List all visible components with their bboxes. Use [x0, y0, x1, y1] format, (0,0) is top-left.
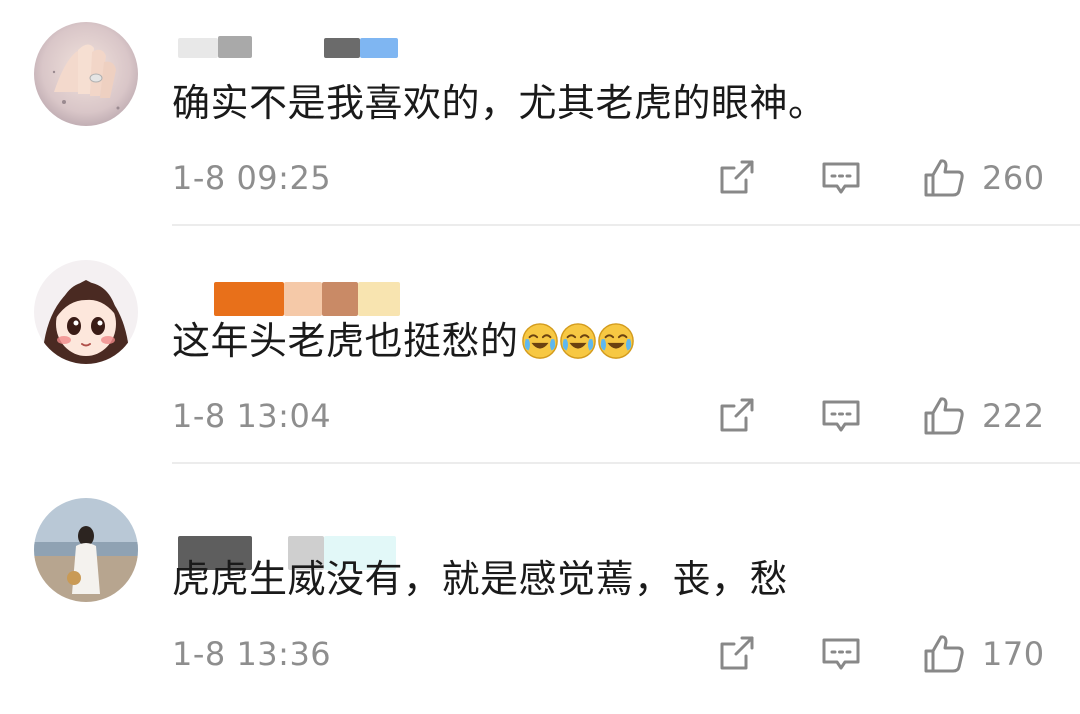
- thumbs-up-icon: [924, 635, 964, 673]
- avatar[interactable]: [34, 22, 138, 126]
- cry-laugh-emoji-icon: [597, 323, 634, 359]
- username[interactable]: [178, 30, 418, 64]
- reply-button[interactable]: [820, 394, 862, 438]
- comment-item: 确实不是我喜欢的，尤其老虎的眼神。 1-8 09:25 260: [0, 0, 1080, 238]
- like-button[interactable]: 170: [922, 632, 1045, 676]
- avatar[interactable]: [34, 260, 138, 364]
- cry-laugh-emoji-icon: [521, 323, 558, 359]
- username-blur: [214, 282, 284, 316]
- timestamp: 1-8 09:25: [172, 159, 332, 197]
- username-blur: [324, 38, 360, 58]
- comment-text-body: 这年头老虎也挺愁的: [172, 319, 519, 363]
- hand-ring-avatar-icon: [34, 22, 138, 126]
- divider: [172, 224, 1080, 226]
- share-button[interactable]: [716, 156, 756, 200]
- share-icon: [720, 160, 754, 194]
- timestamp: 1-8 13:36: [172, 635, 332, 673]
- share-icon: [720, 398, 754, 432]
- reply-button[interactable]: [820, 632, 862, 676]
- comment-icon: [822, 638, 860, 670]
- comment-item: 虎虎生威没有，就是感觉蔫，丧，愁 1-8 13:36 170: [0, 476, 1080, 714]
- share-icon: [720, 636, 754, 670]
- reply-button[interactable]: [820, 156, 862, 200]
- username-blur: [284, 282, 322, 316]
- username-blur: [178, 38, 218, 58]
- comment-icon: [822, 400, 860, 432]
- username[interactable]: [178, 268, 418, 316]
- share-button[interactable]: [716, 394, 756, 438]
- like-button[interactable]: 222: [922, 394, 1045, 438]
- emoji-group: [521, 322, 635, 360]
- comment-text: 确实不是我喜欢的，尤其老虎的眼神。: [172, 81, 827, 125]
- comment-item: 这年头老虎也挺愁的 1-8 13:04 222: [0, 238, 1080, 476]
- cartoon-girl-avatar-icon: [34, 260, 138, 364]
- timestamp: 1-8 13:04: [172, 397, 332, 435]
- thumbs-up-icon: [924, 159, 964, 197]
- divider: [172, 462, 1080, 464]
- username-blur: [358, 282, 400, 316]
- like-count: 260: [982, 159, 1045, 197]
- like-count: 170: [982, 635, 1045, 673]
- username[interactable]: [178, 506, 418, 570]
- username-blur: [322, 282, 358, 316]
- beach-photo-avatar-icon: [34, 498, 138, 602]
- share-button[interactable]: [716, 632, 756, 676]
- comment-icon: [822, 162, 860, 194]
- like-button[interactable]: 260: [922, 156, 1045, 200]
- comment-text: 这年头老虎也挺愁的: [172, 316, 635, 366]
- avatar[interactable]: [34, 498, 138, 602]
- like-count: 222: [982, 397, 1045, 435]
- comment-text: 虎虎生威没有，就是感觉蔫，丧，愁: [172, 557, 789, 601]
- username-blur: [218, 36, 252, 58]
- username-blur: [360, 38, 398, 58]
- cry-laugh-emoji-icon: [559, 323, 596, 359]
- thumbs-up-icon: [924, 397, 964, 435]
